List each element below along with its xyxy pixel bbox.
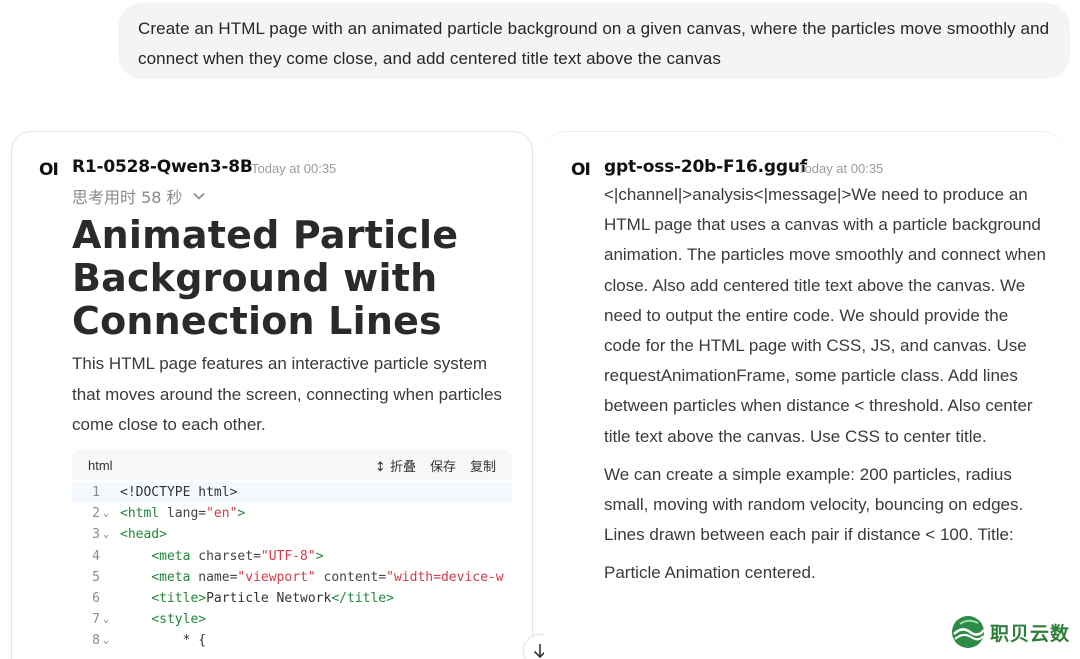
copy-button[interactable]: 复制: [470, 456, 496, 475]
model-logo-left: OI: [39, 160, 59, 180]
chevron-down-icon: [192, 192, 205, 200]
line-number: 3: [92, 527, 100, 543]
code-header: html ↕ 折叠 保存 复制: [72, 450, 512, 480]
code-language-label: html: [88, 457, 113, 473]
line-number: 5: [92, 569, 100, 585]
collapse-button[interactable]: ↕ 折叠: [375, 456, 416, 475]
response-paragraph: <|channel|>analysis<|message|>We need to…: [604, 185, 1046, 446]
line-number: 4: [92, 548, 100, 564]
line-number: 2: [92, 506, 100, 522]
model-name-left: R1-0528-Qwen3-8B: [72, 157, 253, 177]
save-button[interactable]: 保存: [430, 456, 456, 475]
line-number: 8: [92, 633, 100, 649]
line-number: 1: [92, 485, 100, 501]
timestamp-left: Today at 00:35: [251, 161, 337, 176]
line-number: 6: [92, 591, 100, 607]
line-number: 7: [92, 612, 100, 628]
code-line: 4 <meta charset="UTF-8">: [72, 546, 512, 567]
code-block: html ↕ 折叠 保存 复制 1 <!DOCTYPE html> 2 ⌄ <html…: [72, 450, 512, 659]
code-line: 5 <meta name="viewport" content="width=d…: [72, 567, 512, 588]
thinking-label: 思考用时 58 秒: [72, 188, 183, 207]
user-prompt-bubble: Create an HTML page with an animated par…: [118, 3, 1070, 79]
response-paragraph: Particle Animation centered.: [604, 563, 816, 583]
watermark-text: 职贝云数: [990, 622, 1071, 645]
user-prompt-text: Create an HTML page with an animated par…: [138, 19, 1050, 68]
response-intro: This HTML page features an interactive p…: [72, 354, 502, 434]
model-logo-right: OI: [571, 160, 591, 180]
response-paragraph: We can create a simple example: 200 part…: [604, 464, 1024, 545]
code-line: 6 <title>Particle Network</title>: [72, 588, 512, 609]
watermark: 职贝云数: [950, 614, 1070, 650]
code-editor[interactable]: 1 <!DOCTYPE html> 2 ⌄ <html lang="en"> 3 ⌄ <h…: [72, 480, 512, 652]
thinking-toggle[interactable]: 思考用时 58 秒: [72, 184, 205, 208]
collapse-label: 折叠: [389, 459, 416, 475]
model-name-right: gpt-oss-20b-F16.gguf: [604, 157, 807, 177]
timestamp-right: Today at 00:35: [798, 161, 884, 176]
code-line: 2 ⌄ <html lang="en">: [72, 503, 512, 524]
fold-chevron-icon[interactable]: ⌄: [102, 635, 120, 646]
code-line: 7 ⌄ <style>: [72, 609, 512, 630]
right-response-body: <|channel|>analysis<|message|>We need to…: [604, 180, 1049, 597]
fold-chevron-icon[interactable]: ⌄: [102, 614, 120, 625]
code-line: 3 ⌄ <head>: [72, 524, 512, 545]
code-line: 8 ⌄ * {: [72, 630, 512, 651]
fold-chevron-icon[interactable]: ⌄: [102, 529, 120, 540]
fold-chevron-icon[interactable]: ⌄: [102, 508, 120, 519]
response-heading: Animated Particle Background with Connec…: [72, 213, 459, 343]
watermark-logo-icon: [952, 616, 985, 648]
code-line: 1 <!DOCTYPE html>: [72, 482, 512, 504]
